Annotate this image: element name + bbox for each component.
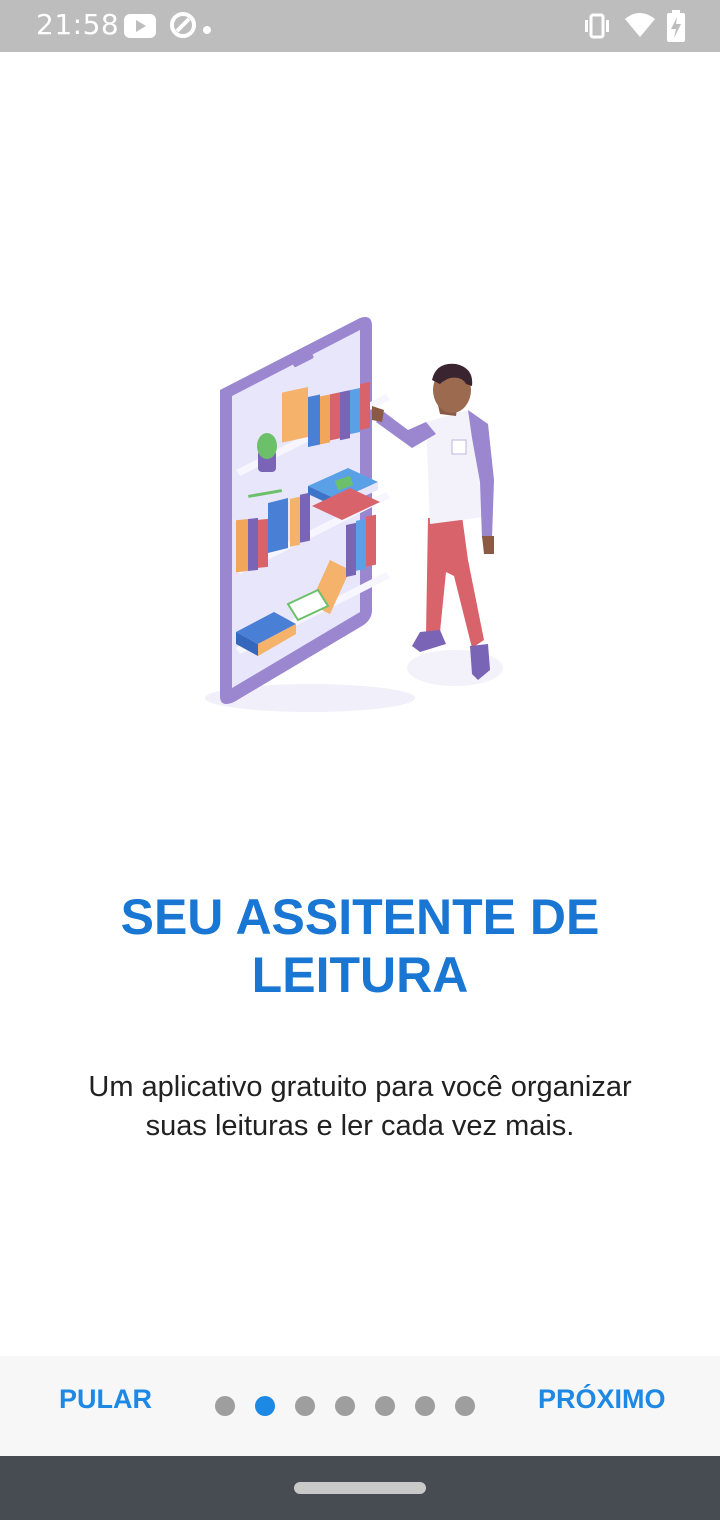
onboarding-title: SEU ASSITENTE DE LEITURA: [120, 889, 600, 1003]
vibrate-icon: [582, 12, 612, 45]
system-navigation-bar: [0, 1456, 720, 1520]
page-dot-1: [215, 1396, 235, 1416]
page-dot-2: [255, 1396, 275, 1416]
home-gesture-handle[interactable]: [294, 1482, 426, 1494]
page-dot-3: [295, 1396, 315, 1416]
dot-icon: [203, 21, 211, 39]
battery-charging-icon: [666, 10, 686, 47]
onboarding-description: Um aplicativo gratuito para você organiz…: [88, 1071, 632, 1142]
data-saver-icon: [168, 10, 198, 45]
page-dot-5: [375, 1396, 395, 1416]
youtube-icon: [124, 14, 156, 43]
wifi-icon: [624, 12, 656, 43]
status-time: 21:58: [36, 8, 120, 41]
status-bar: 21:58: [0, 0, 720, 52]
next-button[interactable]: PRÓXIMO: [538, 1384, 666, 1415]
page-dot-7: [455, 1396, 475, 1416]
page-dot-6: [415, 1396, 435, 1416]
skip-button[interactable]: PULAR: [59, 1384, 152, 1415]
onboarding-illustration: [200, 310, 520, 730]
page-dot-4: [335, 1396, 355, 1416]
